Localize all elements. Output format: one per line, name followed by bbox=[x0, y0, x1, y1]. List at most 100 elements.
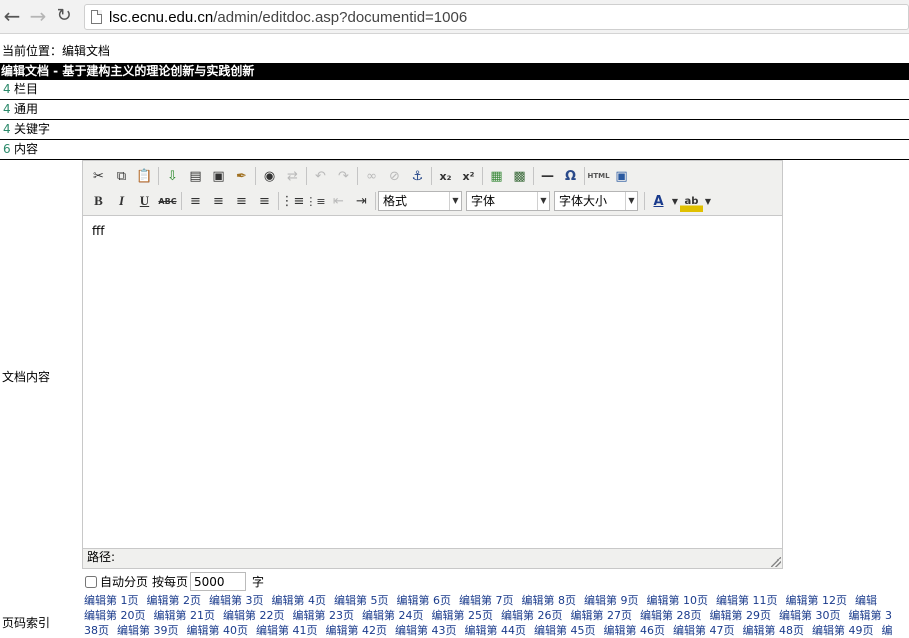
undo-icon[interactable]: ↶ bbox=[309, 165, 332, 187]
page-link[interactable]: 编辑第 46页 bbox=[604, 624, 666, 637]
text-color-icon[interactable]: A bbox=[647, 190, 670, 212]
anchor-icon[interactable]: ⚓ bbox=[406, 165, 429, 187]
indent-icon[interactable]: ⇥ bbox=[350, 190, 373, 212]
highlight-color-icon[interactable]: ab bbox=[680, 190, 703, 212]
auto-page-checkbox[interactable] bbox=[85, 575, 97, 588]
page-link[interactable]: 编辑第 40页 bbox=[187, 624, 249, 637]
bullet-list-icon[interactable]: ⋮≡ bbox=[281, 190, 305, 212]
bold-icon[interactable]: B bbox=[87, 190, 110, 212]
page-links-row: 编辑第 1页 编辑第 2页 编辑第 3页 编辑第 4页 编辑第 5页 编辑第 6页 编辑第 … bbox=[84, 593, 909, 608]
page-link[interactable]: 编辑第 11页 bbox=[716, 594, 778, 607]
page-link[interactable]: 编辑第 25页 bbox=[432, 609, 494, 622]
download-icon[interactable]: ⇩ bbox=[161, 165, 184, 187]
page-link[interactable]: 编辑第 1页 bbox=[84, 594, 139, 607]
page-links: 编辑第 1页 编辑第 2页 编辑第 3页 编辑第 4页 编辑第 5页 编辑第 6页 编辑第 … bbox=[84, 593, 909, 638]
page-link[interactable]: 编辑第 10页 bbox=[647, 594, 709, 607]
page-link[interactable]: 编辑第 26页 bbox=[501, 609, 563, 622]
unit-label: 字 bbox=[252, 575, 265, 589]
strikethrough-icon[interactable]: ABC bbox=[156, 190, 179, 212]
forward-arrow-icon[interactable]: → bbox=[28, 6, 48, 26]
page-link[interactable]: 编辑第 3页 bbox=[209, 594, 264, 607]
page-link[interactable]: 编辑第 42页 bbox=[326, 624, 388, 637]
page-link[interactable]: 编辑第 28页 bbox=[640, 609, 702, 622]
copy-icon[interactable]: ⧉ bbox=[110, 165, 133, 187]
page-link[interactable]: 编辑第 6页 bbox=[397, 594, 452, 607]
underline-icon[interactable]: U bbox=[133, 190, 156, 212]
horizontal-rule-icon[interactable]: — bbox=[536, 165, 559, 187]
replace-icon[interactable]: ⇄ bbox=[281, 165, 304, 187]
address-bar[interactable]: lsc.ecnu.edu.cn/admin/editdoc.asp?docume… bbox=[84, 4, 909, 30]
find-icon[interactable]: ◉ bbox=[258, 165, 281, 187]
reload-icon[interactable]: ↻ bbox=[54, 6, 74, 26]
page-link[interactable]: 编 bbox=[882, 624, 893, 637]
page-link[interactable]: 编辑第 41页 bbox=[256, 624, 318, 637]
page-link[interactable]: 编辑第 12页 bbox=[786, 594, 848, 607]
page-link[interactable]: 编辑第 23页 bbox=[293, 609, 355, 622]
section-row-general[interactable]: 4 通用 bbox=[0, 100, 909, 120]
per-page-input[interactable] bbox=[190, 572, 247, 591]
page-icon bbox=[91, 10, 102, 24]
outdent-icon[interactable]: ⇤ bbox=[327, 190, 350, 212]
editor-path-label: 路径: bbox=[87, 550, 116, 564]
clean-format-icon[interactable]: ✒ bbox=[230, 165, 253, 187]
unlink-icon[interactable]: ⊘ bbox=[383, 165, 406, 187]
page-link[interactable]: 编辑第 39页 bbox=[117, 624, 179, 637]
editor-content-area[interactable]: fff bbox=[83, 215, 782, 549]
page-link[interactable]: 编辑第 3 bbox=[849, 609, 893, 622]
page-link[interactable]: 编辑第 24页 bbox=[362, 609, 424, 622]
align-right-icon[interactable]: ≡ bbox=[230, 190, 253, 212]
align-center-icon[interactable]: ≡ bbox=[207, 190, 230, 212]
expand-arrow-icon: 4 bbox=[3, 102, 11, 116]
page-link[interactable]: 编辑第 9页 bbox=[584, 594, 639, 607]
paste-icon[interactable]: 📋 bbox=[133, 165, 156, 187]
section-row-category[interactable]: 4 栏目 bbox=[0, 80, 909, 100]
subscript-icon[interactable]: x₂ bbox=[434, 165, 457, 187]
page-link[interactable]: 编辑第 30页 bbox=[779, 609, 841, 622]
page-link[interactable]: 编辑第 8页 bbox=[522, 594, 577, 607]
page-link[interactable]: 编辑第 47页 bbox=[673, 624, 735, 637]
font-select[interactable]: 字体 ▼ bbox=[466, 191, 550, 211]
numbered-list-icon[interactable]: ⋮≡ bbox=[304, 190, 327, 212]
page-link[interactable]: 编辑第 45页 bbox=[534, 624, 596, 637]
back-arrow-icon[interactable]: ← bbox=[2, 6, 22, 26]
section-label: 内容 bbox=[14, 142, 39, 156]
page-link[interactable]: 编辑第 20页 bbox=[84, 609, 146, 622]
superscript-icon[interactable]: x² bbox=[457, 165, 480, 187]
page-link[interactable]: 编辑第 29页 bbox=[710, 609, 772, 622]
page-link[interactable]: 编辑第 27页 bbox=[571, 609, 633, 622]
image-icon[interactable]: ▦ bbox=[485, 165, 508, 187]
section-row-content[interactable]: 6 内容 bbox=[0, 140, 909, 160]
page-link[interactable]: 编辑 bbox=[855, 594, 877, 607]
page-link[interactable]: 编辑第 2页 bbox=[147, 594, 202, 607]
page-link[interactable]: 编辑第 4页 bbox=[272, 594, 327, 607]
section-row-keywords[interactable]: 4 关键字 bbox=[0, 120, 909, 140]
justify-icon[interactable]: ≡ bbox=[253, 190, 276, 212]
paste-word-icon[interactable]: ▣ bbox=[207, 165, 230, 187]
page-link[interactable]: 编辑第 44页 bbox=[465, 624, 527, 637]
italic-icon[interactable]: I bbox=[110, 190, 133, 212]
link-icon[interactable]: ∞ bbox=[360, 165, 383, 187]
special-char-icon[interactable]: Ω bbox=[559, 165, 582, 187]
fullscreen-icon[interactable]: ▣ bbox=[610, 165, 633, 187]
flash-icon[interactable]: ▩ bbox=[508, 165, 531, 187]
page-link[interactable]: 编辑第 5页 bbox=[334, 594, 389, 607]
paste-text-icon[interactable]: ▤ bbox=[184, 165, 207, 187]
cut-icon[interactable]: ✂ bbox=[87, 165, 110, 187]
format-select[interactable]: 格式 ▼ bbox=[378, 191, 462, 211]
page-link[interactable]: 38页 bbox=[84, 624, 109, 637]
html-source-icon[interactable]: HTML bbox=[587, 165, 610, 187]
font-size-select[interactable]: 字体大小 ▼ bbox=[554, 191, 638, 211]
redo-icon[interactable]: ↷ bbox=[332, 165, 355, 187]
page-link[interactable]: 编辑第 48页 bbox=[743, 624, 805, 637]
chevron-down-icon[interactable]: ▼ bbox=[670, 190, 680, 212]
align-left-icon[interactable]: ≡ bbox=[184, 190, 207, 212]
auto-paging-controls: 自动分页 按每页 字 bbox=[85, 572, 264, 591]
page-link[interactable]: 编辑第 7页 bbox=[459, 594, 514, 607]
page-link[interactable]: 编辑第 43页 bbox=[395, 624, 457, 637]
page-link[interactable]: 编辑第 21页 bbox=[154, 609, 216, 622]
page-link[interactable]: 编辑第 22页 bbox=[223, 609, 285, 622]
resize-grip-icon[interactable] bbox=[771, 557, 781, 567]
chevron-down-icon[interactable]: ▼ bbox=[703, 190, 713, 212]
page-link[interactable]: 编辑第 49页 bbox=[812, 624, 874, 637]
expand-arrow-icon: 4 bbox=[3, 82, 11, 96]
